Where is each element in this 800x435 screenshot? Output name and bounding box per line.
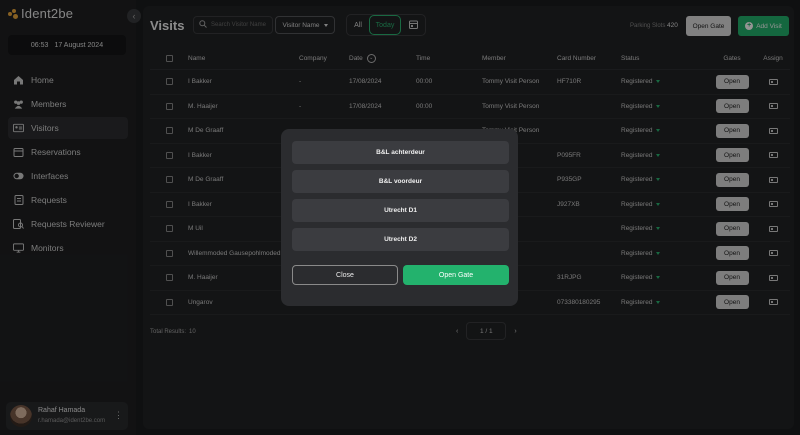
modal-close-button[interactable]: Close xyxy=(292,265,398,285)
gate-option-b-l-achterdeur[interactable]: B&L achterdeur xyxy=(292,141,509,164)
gate-option-utrecht-d2[interactable]: Utrecht D2 xyxy=(292,228,509,251)
app-root: Ident2be ‹ 06:53 17 August 2024 Home Mem… xyxy=(0,0,800,435)
modal-open-gate-button[interactable]: Open Gate xyxy=(403,265,509,285)
open-gate-modal: B&L achterdeur B&L voordeur Utrecht D1 U… xyxy=(281,129,518,306)
gate-option-utrecht-d1[interactable]: Utrecht D1 xyxy=(292,199,509,222)
gate-option-b-l-voordeur[interactable]: B&L voordeur xyxy=(292,170,509,193)
